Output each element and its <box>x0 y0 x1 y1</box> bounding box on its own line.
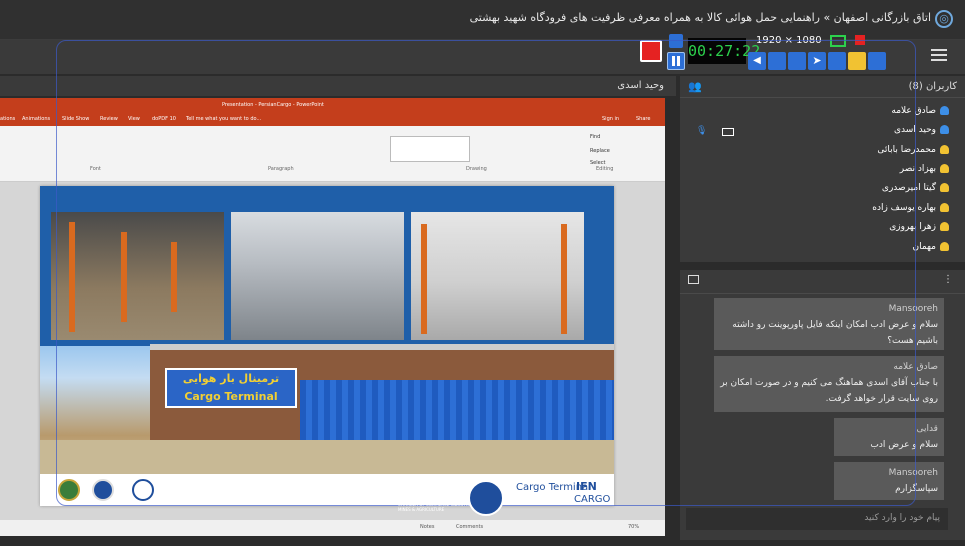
watermark-logo: ISFAHAN CHAMBER OF COMMERCE INDUSTRIES, … <box>398 460 611 520</box>
overlay-frame <box>56 40 916 506</box>
user-icon <box>940 203 949 212</box>
ppt-status-bar: Notes Comments 70% <box>0 520 665 536</box>
ifn-logo: IFN <box>576 480 597 493</box>
user-icon <box>940 106 949 115</box>
user-icon <box>940 145 949 154</box>
tab-animations[interactable]: Animations <box>22 116 50 122</box>
watermark-brand: ISFAHAN <box>398 486 462 501</box>
user-row[interactable]: مهمان <box>912 242 949 252</box>
user-icon <box>940 242 949 251</box>
user-icon <box>940 183 949 192</box>
chat-input[interactable]: پیام خود را وارد کنید <box>686 508 948 530</box>
tab-transitions[interactable]: ations <box>0 116 15 122</box>
chat-input-placeholder: پیام خود را وارد کنید <box>864 513 940 523</box>
notes-button[interactable]: Notes <box>420 524 434 530</box>
user-icon <box>940 222 949 231</box>
window-title: اتاق بازرگانی اصفهان » راهنمایی حمل هوائ… <box>469 11 931 24</box>
user-icon <box>940 164 949 173</box>
user-icon <box>940 125 949 134</box>
watermark-brand-sub: CHAMBER OF COMMERCE INDUSTRIES, MINES & … <box>398 502 477 512</box>
menu-icon[interactable] <box>931 49 947 61</box>
comments-button[interactable]: Comments <box>456 524 483 530</box>
cargo-short: CARGO <box>574 494 611 505</box>
zoom-level[interactable]: 70% <box>628 524 639 530</box>
chat-menu-icon[interactable]: ⋮ <box>943 274 953 285</box>
isfahan-emblem <box>468 480 504 516</box>
app-logo-icon: ◎ <box>935 10 953 28</box>
